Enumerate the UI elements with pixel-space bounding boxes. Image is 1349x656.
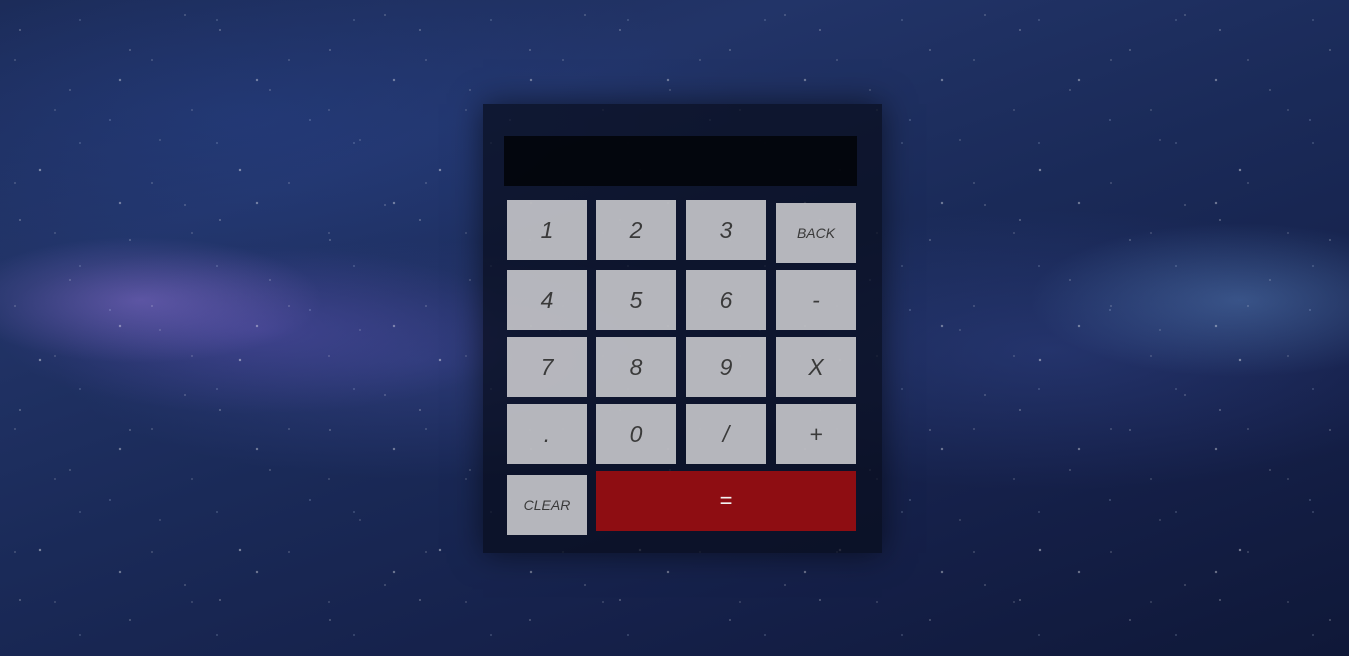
key-3-button[interactable]: 3 <box>686 200 766 260</box>
plus-button[interactable]: + <box>776 404 856 464</box>
key-7-button[interactable]: 7 <box>507 337 587 397</box>
key-8-button[interactable]: 8 <box>596 337 676 397</box>
key-0-button[interactable]: 0 <box>596 404 676 464</box>
decimal-button[interactable]: . <box>507 404 587 464</box>
minus-button[interactable]: - <box>776 270 856 330</box>
key-5-button[interactable]: 5 <box>596 270 676 330</box>
key-6-button[interactable]: 6 <box>686 270 766 330</box>
clear-button[interactable]: CLEAR <box>507 475 587 535</box>
key-1-button[interactable]: 1 <box>507 200 587 260</box>
calculator-panel: 1 2 3 BACK 4 5 6 - 7 8 9 X . 0 / + CLEAR… <box>483 104 882 553</box>
back-button[interactable]: BACK <box>776 203 856 263</box>
key-4-button[interactable]: 4 <box>507 270 587 330</box>
calculator-display <box>504 136 857 186</box>
multiply-button[interactable]: X <box>776 337 856 397</box>
key-9-button[interactable]: 9 <box>686 337 766 397</box>
divide-button[interactable]: / <box>686 404 766 464</box>
equals-button[interactable]: = <box>596 471 856 531</box>
key-2-button[interactable]: 2 <box>596 200 676 260</box>
